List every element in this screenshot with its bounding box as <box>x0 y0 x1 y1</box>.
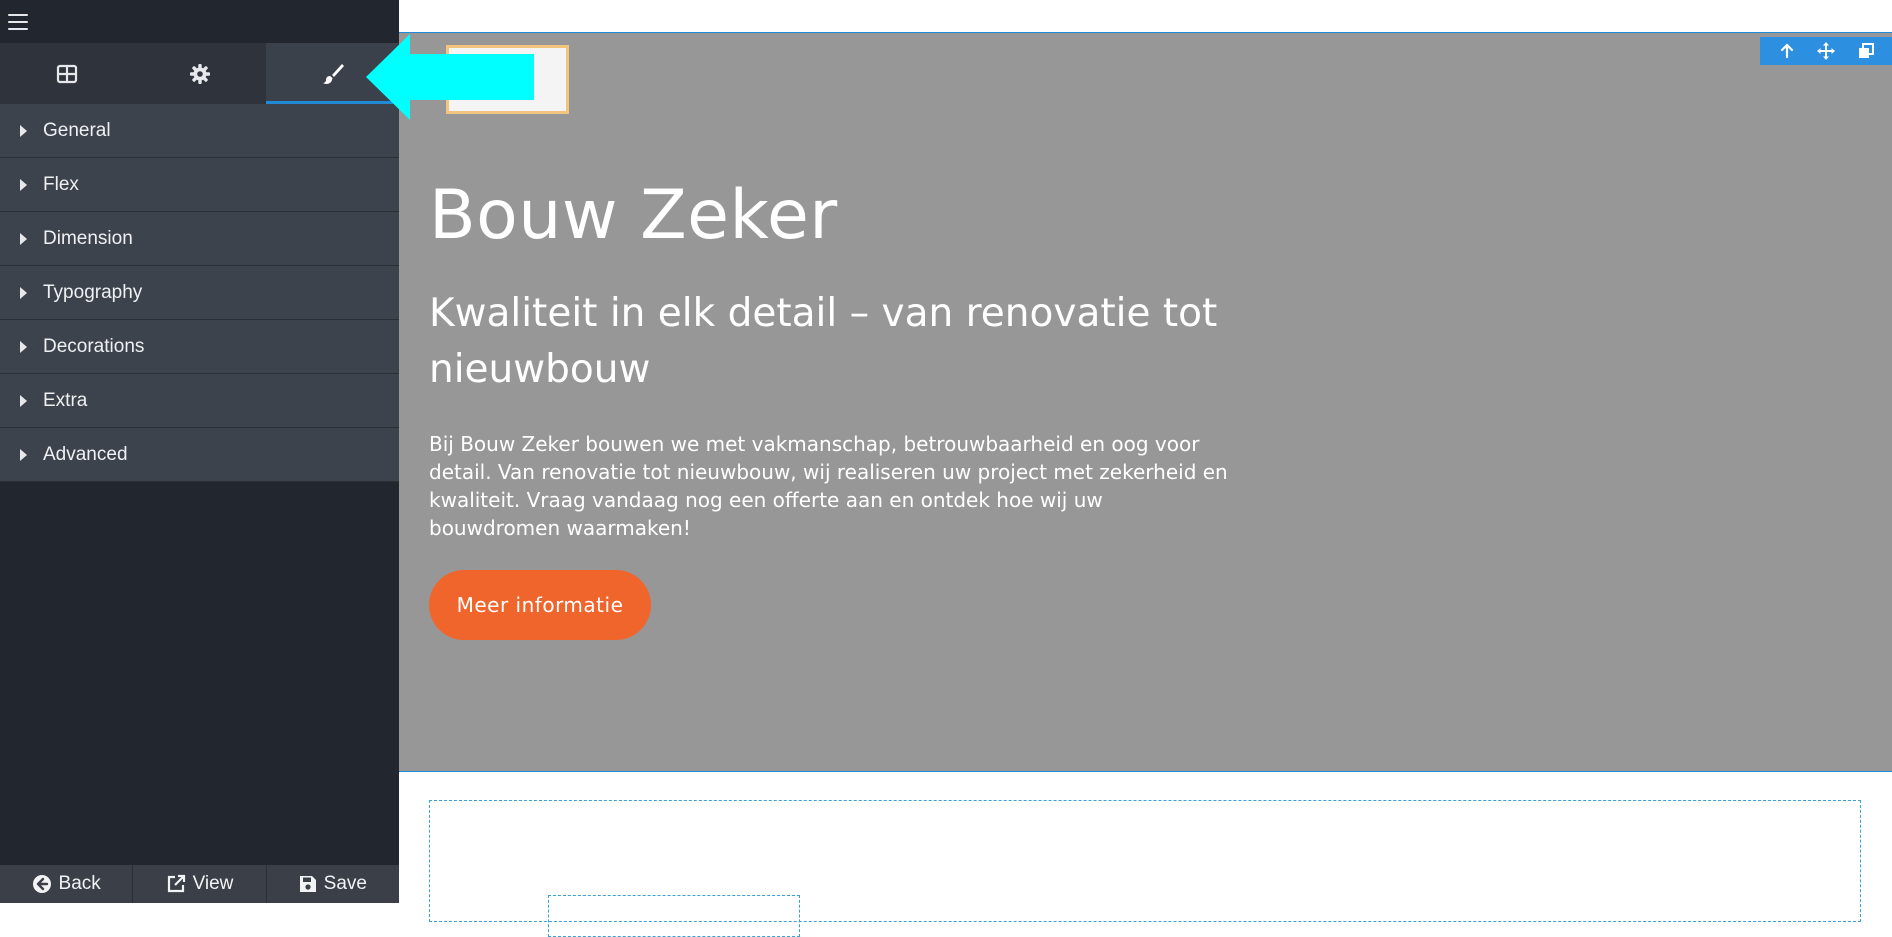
hero-subtitle: Kwaliteit in elk detail – van renovatie … <box>429 291 1218 392</box>
panel-label: Extra <box>43 389 88 411</box>
panel-flex[interactable]: Flex <box>0 158 399 212</box>
annotation-arrow <box>366 34 534 120</box>
save-button[interactable]: Save <box>267 865 399 903</box>
caret-right-icon <box>20 178 27 191</box>
tab-settings[interactable] <box>133 43 266 104</box>
menu-icon[interactable] <box>8 13 28 30</box>
panel-general[interactable]: General <box>0 104 399 158</box>
duplicate-button[interactable] <box>1853 40 1879 62</box>
panel-label: Dimension <box>43 227 133 249</box>
sidebar-topbar <box>0 0 399 43</box>
caret-right-icon <box>20 286 27 299</box>
sidebar-tabs <box>0 43 399 104</box>
caret-right-icon <box>20 394 27 407</box>
gear-icon <box>189 63 210 84</box>
caret-right-icon <box>20 448 27 461</box>
duplicate-icon <box>1858 43 1874 58</box>
panel-dimension[interactable]: Dimension <box>0 212 399 266</box>
view-button[interactable]: View <box>133 865 267 903</box>
content-block[interactable] <box>548 895 800 937</box>
move-icon <box>1817 42 1835 60</box>
save-icon <box>299 876 316 892</box>
hero-body-text: Bij Bouw Zeker bouwen we met vakmanschap… <box>429 432 1228 540</box>
panel-typography[interactable]: Typography <box>0 266 399 320</box>
caret-right-icon <box>20 124 27 137</box>
panel-extra[interactable]: Extra <box>0 374 399 428</box>
caret-right-icon <box>20 232 27 245</box>
hero-title: Bouw Zeker <box>429 176 838 255</box>
drag-handle[interactable] <box>1813 40 1839 62</box>
content-section[interactable] <box>429 800 1861 937</box>
editor-sidebar: General Flex Dimension Typography Decora… <box>0 0 399 903</box>
back-arrow-icon <box>32 875 51 893</box>
arrow-up-icon <box>1780 43 1793 59</box>
tab-layout[interactable] <box>0 43 133 104</box>
panel-label: Flex <box>43 173 79 195</box>
save-label: Save <box>323 873 367 894</box>
view-label: View <box>192 873 234 894</box>
hero-section[interactable]: Bouw Zeker Kwaliteit in elk detail – van… <box>399 32 1892 772</box>
panel-label: Decorations <box>43 335 145 357</box>
page-canvas: Bouw Zeker Kwaliteit in elk detail – van… <box>399 0 1892 937</box>
panel-label: General <box>43 119 111 141</box>
panel-advanced[interactable]: Advanced <box>0 428 399 482</box>
more-info-button[interactable]: Meer informatie <box>429 570 651 640</box>
back-button[interactable]: Back <box>0 865 134 903</box>
grid-icon <box>56 64 77 83</box>
panel-label: Advanced <box>43 443 128 465</box>
panel-decorations[interactable]: Decorations <box>0 320 399 374</box>
back-label: Back <box>58 873 101 894</box>
section-toolbar <box>1760 37 1892 65</box>
brush-icon <box>322 63 344 84</box>
sidebar-footer: Back View Save <box>0 865 399 903</box>
panel-label: Typography <box>43 281 143 303</box>
external-link-icon <box>167 874 185 893</box>
style-panel-list: General Flex Dimension Typography Decora… <box>0 104 399 482</box>
caret-right-icon <box>20 340 27 353</box>
move-up-button[interactable] <box>1774 40 1800 62</box>
